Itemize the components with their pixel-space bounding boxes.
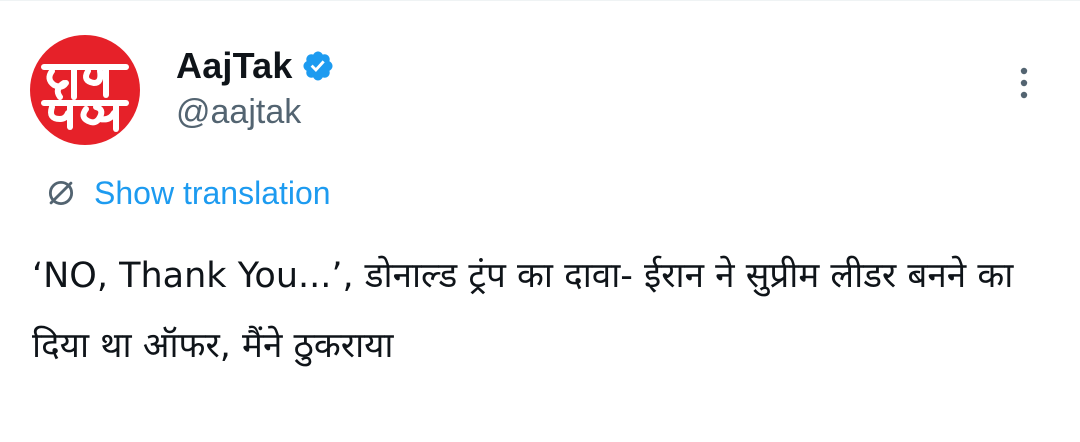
name-row: AajTak bbox=[176, 43, 335, 89]
show-translation-link[interactable]: Show translation bbox=[44, 173, 331, 213]
user-handle[interactable]: @aajtak bbox=[176, 93, 335, 132]
avatar[interactable] bbox=[30, 35, 140, 145]
aajtak-logo-icon bbox=[41, 64, 129, 132]
user-info: AajTak @aajtak bbox=[176, 43, 335, 132]
display-name[interactable]: AajTak bbox=[176, 45, 293, 87]
tweet-text: ‘NO, Thank You...’, डोनाल्ड ट्रंप का दाव… bbox=[32, 256, 1014, 366]
verified-badge-icon bbox=[303, 51, 333, 81]
globe-translate-icon bbox=[48, 180, 74, 206]
more-options-icon[interactable] bbox=[1012, 63, 1036, 103]
tweet-card: AajTak @aajtak Show translation ‘NO, Tha… bbox=[0, 0, 1080, 442]
show-translation-label: Show translation bbox=[94, 174, 331, 211]
